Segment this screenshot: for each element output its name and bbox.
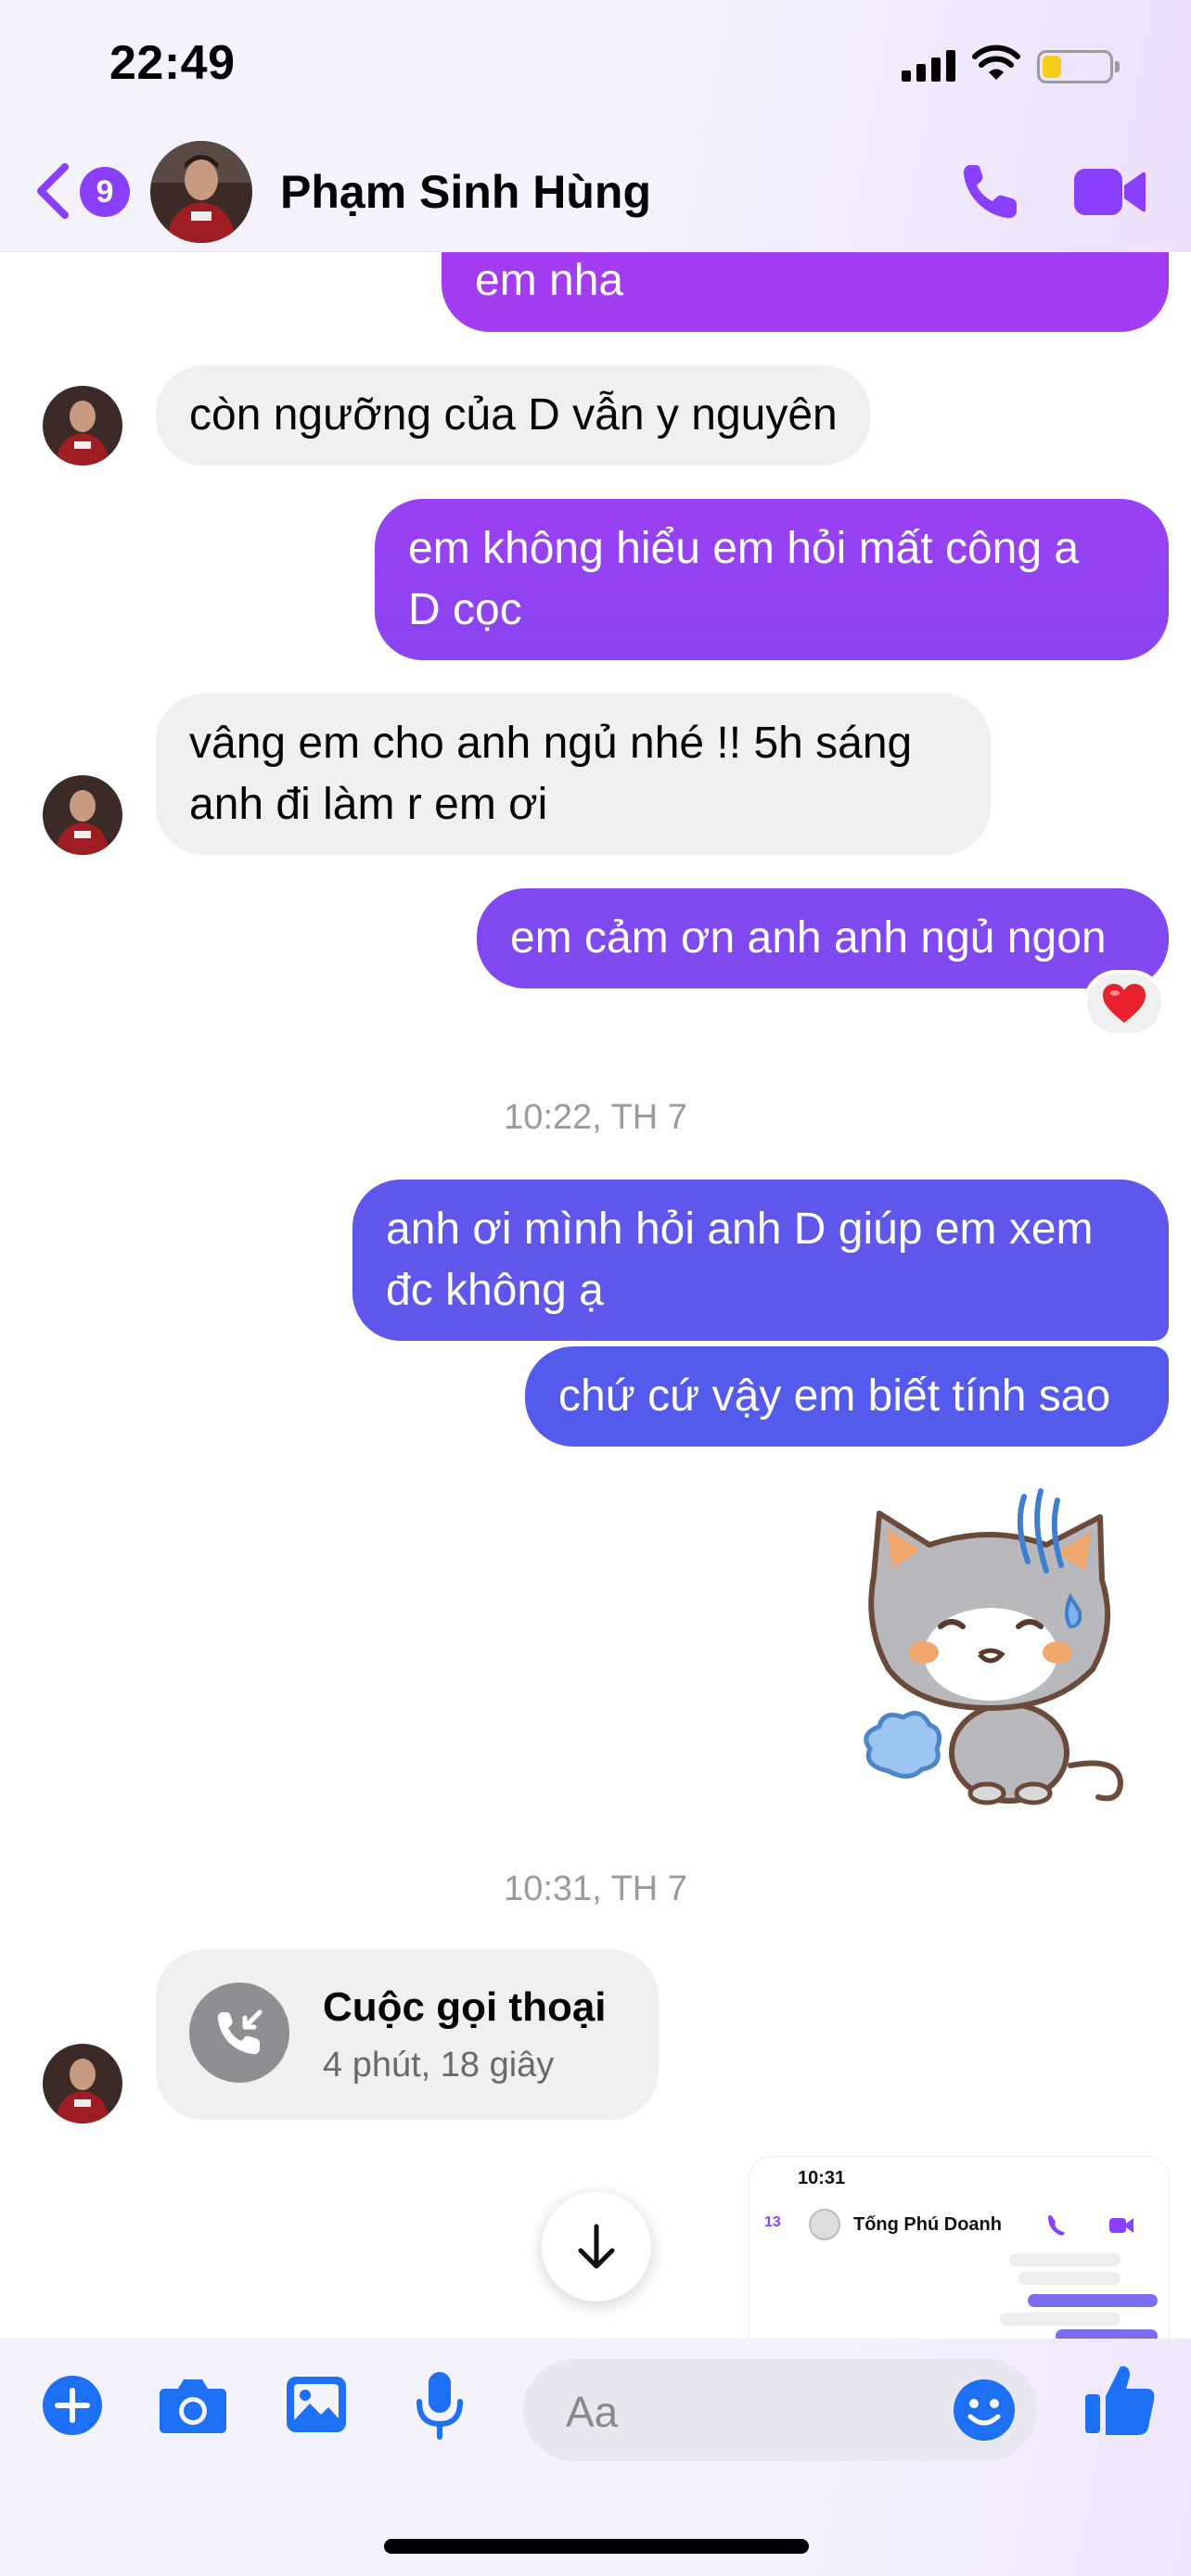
conversation-header: 22:49 9 Phạm Sinh Hùng <box>0 0 1191 252</box>
timestamp: 10:22, TH 7 <box>504 1098 687 1137</box>
call-title: Cuộc gọi thoại <box>323 1984 607 2030</box>
message-bubble-outgoing[interactable]: em cảm ơn anh anh ngủ ngon <box>477 888 1169 988</box>
home-indicator <box>384 2539 809 2554</box>
microphone-icon[interactable] <box>412 2370 467 2441</box>
call-duration: 4 phút, 18 giây <box>323 2046 555 2085</box>
scroll-to-bottom-button[interactable] <box>542 2192 651 2302</box>
chevron-left-icon <box>37 163 69 219</box>
thumbnail-call-icons <box>1048 2215 1133 2236</box>
voice-call-card[interactable]: Cuộc gọi thoại 4 phút, 18 giây <box>156 1949 659 2120</box>
message-input[interactable]: Aa <box>523 2359 1037 2461</box>
thumbnail-name: Tống Phú Doanh <box>853 2214 1002 2235</box>
gallery-icon[interactable] <box>284 2374 349 2435</box>
message-text: D cọc <box>408 585 522 634</box>
message-bubble-incoming[interactable]: vâng em cho anh ngủ nhé !! 5h sáng anh đ… <box>156 694 991 855</box>
message-input-placeholder: Aa <box>566 2388 619 2436</box>
wifi-icon <box>972 45 1020 80</box>
sweating-cat-sticker[interactable] <box>852 1487 1141 1808</box>
message-text: đc không ạ <box>386 1266 604 1315</box>
camera-icon[interactable] <box>158 2376 228 2435</box>
contact-avatar-small[interactable] <box>43 2044 122 2123</box>
contact-avatar-small[interactable] <box>43 775 122 855</box>
timestamp: 10:31, TH 7 <box>504 1869 687 1908</box>
missed-call-icon <box>217 2009 263 2055</box>
thumbnail-time: 10:31 <box>798 2168 846 2188</box>
back-button[interactable]: 9 <box>33 156 130 226</box>
message-bubble-outgoing[interactable]: em không hiểu em hỏi mất công a D cọc <box>375 499 1169 660</box>
message-text: em không hiểu em hỏi mất công a <box>408 524 1080 573</box>
arrow-down-icon <box>578 2224 615 2269</box>
status-time: 22:49 <box>109 36 236 90</box>
message-text: vâng em cho anh ngủ nhé !! 5h sáng <box>189 719 913 768</box>
message-text: còn ngưỡng của D vẫn y nguyên <box>189 390 838 440</box>
message-bubble-incoming[interactable]: còn ngưỡng của D vẫn y nguyên <box>156 365 871 465</box>
avatar-image <box>150 141 252 243</box>
heart-icon <box>1103 984 1146 1023</box>
contact-avatar[interactable] <box>150 141 252 243</box>
video-call-button[interactable] <box>1072 163 1146 221</box>
like-thumbs-up-icon[interactable] <box>1083 2361 1156 2437</box>
battery-icon <box>1037 50 1120 83</box>
heart-reaction[interactable] <box>1083 970 1165 1037</box>
thumbnail-badge: 13 <box>764 2214 781 2230</box>
message-text: chứ cứ vậy em biết tính sao <box>558 1371 1111 1421</box>
cellular-signal-icon <box>902 50 955 82</box>
voice-call-button[interactable] <box>957 159 1022 224</box>
thumbnail-avatar <box>809 2209 840 2240</box>
message-text: em nha <box>475 256 624 305</box>
message-text: anh đi làm r em ơi <box>189 780 548 829</box>
call-icon-circle <box>189 1983 289 2083</box>
message-text: anh ơi mình hỏi anh D giúp em xem <box>386 1205 1094 1254</box>
emoji-icon[interactable] <box>952 2378 1017 2442</box>
contact-name[interactable]: Phạm Sinh Hùng <box>280 165 651 219</box>
message-bubble-outgoing[interactable]: anh ơi mình hỏi anh D giúp em xem đc khô… <box>352 1180 1169 1341</box>
contact-avatar-small[interactable] <box>43 386 122 465</box>
image-attachment-thumbnail[interactable]: 10:31 13 Tống Phú Doanh <box>749 2157 1169 2339</box>
add-icon[interactable] <box>41 2374 104 2437</box>
unread-badge: 9 <box>80 167 130 217</box>
message-bubble-outgoing[interactable]: chứ cứ vậy em biết tính sao <box>525 1346 1169 1447</box>
message-text: em cảm ơn anh anh ngủ ngon <box>510 913 1107 963</box>
